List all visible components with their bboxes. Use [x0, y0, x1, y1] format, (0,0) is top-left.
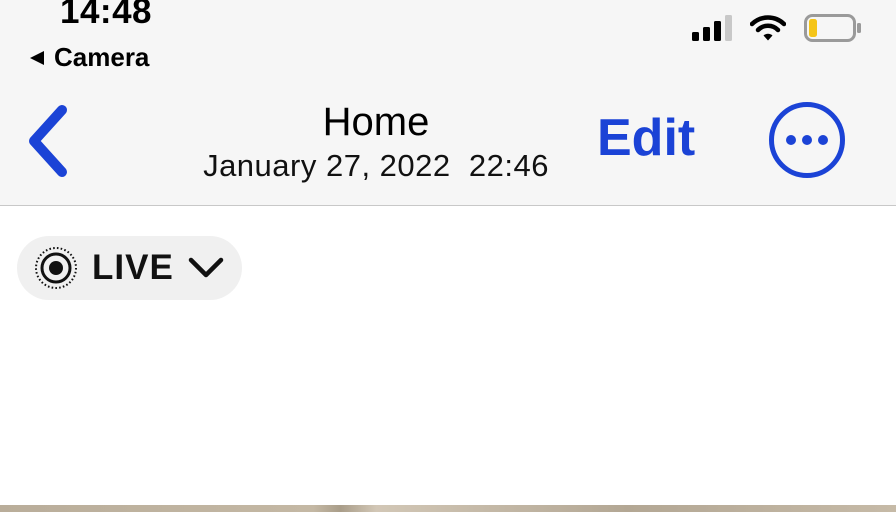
- battery-low-icon: [804, 14, 861, 42]
- back-to-camera-link[interactable]: Camera: [30, 42, 149, 73]
- back-triangle-icon: [30, 50, 44, 65]
- status-icons: [692, 14, 862, 42]
- live-photo-icon: [35, 247, 77, 289]
- photo-datetime: January 27, 2022 22:46: [203, 148, 549, 183]
- status-time: 14:48: [60, 0, 153, 31]
- chevron-down-icon: [188, 257, 224, 278]
- photo-viewer-screen: 14:48 Camera Home January 27, 2022 22:46…: [0, 0, 896, 512]
- cellular-signal-icon: [692, 15, 732, 41]
- photo-preview-edge: [0, 505, 896, 512]
- ellipsis-circle-icon[interactable]: [768, 101, 846, 179]
- live-label: LIVE: [92, 248, 174, 287]
- top-bar: 14:48 Camera Home January 27, 2022 22:46…: [0, 0, 896, 206]
- chevron-left-icon[interactable]: [24, 104, 74, 178]
- live-photo-toggle[interactable]: LIVE: [17, 236, 242, 300]
- back-to-app-label: Camera: [54, 42, 150, 72]
- wifi-icon: [750, 15, 786, 41]
- edit-button[interactable]: Edit: [597, 108, 695, 168]
- page-title: Home: [322, 100, 430, 144]
